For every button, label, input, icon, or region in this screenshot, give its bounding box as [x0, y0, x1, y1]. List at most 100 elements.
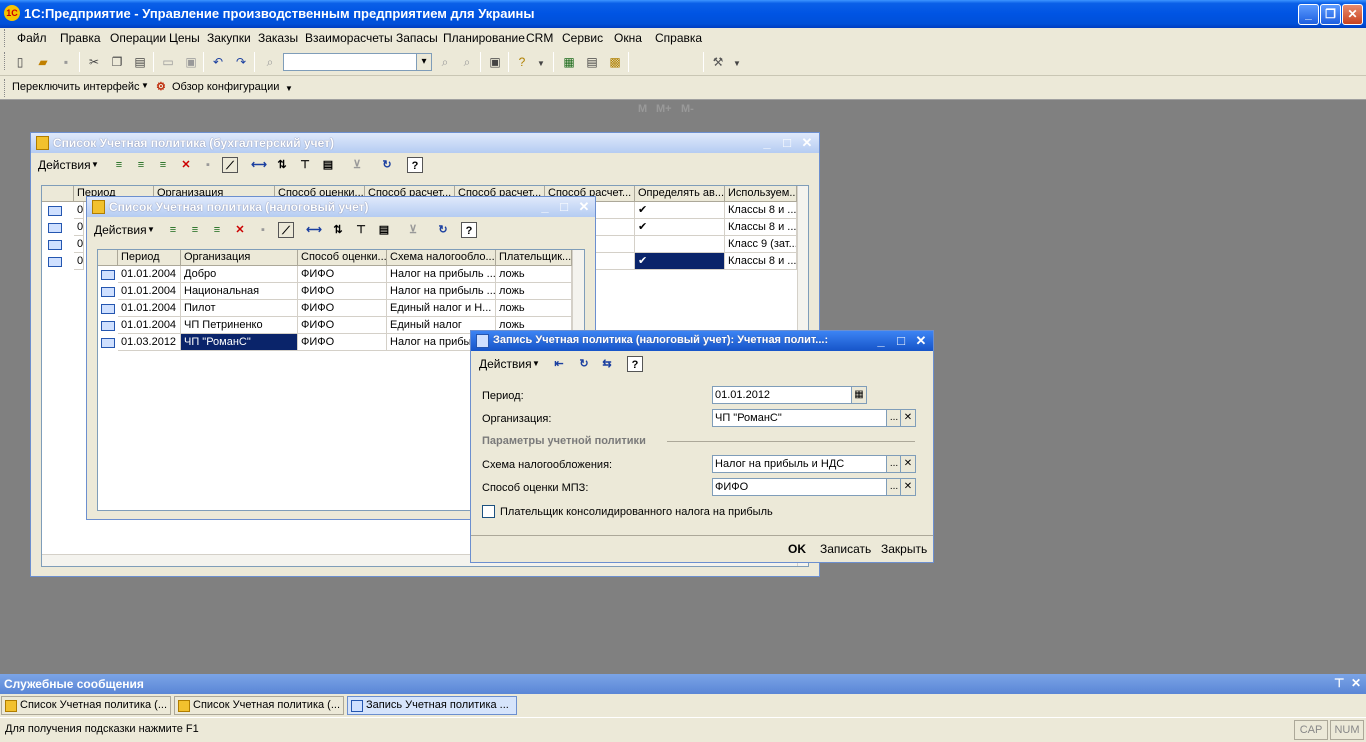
menu-file[interactable]: Файл	[17, 31, 47, 45]
find-prev-icon[interactable]: ⌕	[459, 54, 475, 70]
period-field[interactable]: 01.01.2012	[712, 386, 853, 404]
menu-windows[interactable]: Окна	[614, 31, 642, 45]
find-next-icon[interactable]: ⌕	[437, 54, 453, 70]
calendar-icon[interactable]: ▤	[584, 54, 600, 70]
search-input[interactable]	[283, 53, 417, 71]
find-icon[interactable]: ⌕	[262, 54, 278, 70]
swap-icon[interactable]: ⇆	[599, 356, 615, 372]
copy-row-icon[interactable]: ≡	[155, 157, 171, 173]
switch-interface-button[interactable]: Переключить интерфейс	[12, 81, 140, 93]
expand-icon[interactable]: ⟷	[251, 157, 267, 173]
menu-stock[interactable]: Запасы	[396, 31, 438, 45]
sort-icon[interactable]: ⇅	[330, 222, 346, 238]
refresh-icon[interactable]: ↻	[379, 157, 395, 173]
chevron-down-icon[interactable]: ▼	[532, 359, 540, 368]
refresh-icon[interactable]: ↻	[435, 222, 451, 238]
close-form-button[interactable]: Закрыть	[881, 542, 927, 556]
search-dropdown-icon[interactable]: ▾	[416, 53, 432, 71]
column-header[interactable]: Схема налогообло...	[387, 250, 496, 266]
minimize-button[interactable]: _	[873, 333, 889, 349]
filter-icon[interactable]: ⊤	[297, 157, 313, 173]
help-icon[interactable]: ?	[461, 222, 477, 238]
cut-icon[interactable]: ✂	[86, 54, 102, 70]
memory-button[interactable]: M	[638, 103, 647, 115]
minimize-button[interactable]: _	[1298, 4, 1319, 25]
print-icon[interactable]: ▭	[160, 54, 176, 70]
column-header[interactable]: Используем...	[725, 186, 797, 202]
memory-plus-button[interactable]: M+	[656, 103, 672, 115]
minimize-button[interactable]: _	[537, 199, 553, 215]
memory-minus-button[interactable]: M-	[681, 103, 694, 115]
maximize-button[interactable]: □	[779, 135, 795, 151]
menu-help[interactable]: Справка	[655, 31, 702, 45]
preview-icon[interactable]: ▣	[183, 54, 199, 70]
menu-service[interactable]: Сервис	[562, 31, 603, 45]
actions-menu[interactable]: Действия	[479, 357, 532, 371]
chevron-down-icon[interactable]: ▼	[91, 160, 99, 169]
open-icon[interactable]: ▰	[35, 54, 51, 70]
tools-icon[interactable]: ⚒	[710, 54, 726, 70]
clear-filter-icon[interactable]: ⊻	[349, 157, 365, 173]
clear-icon[interactable]: ✕	[900, 478, 916, 496]
clear-icon[interactable]: ✕	[900, 409, 916, 427]
delete-icon[interactable]: ✕	[232, 222, 248, 238]
menu-planning[interactable]: Планирование	[443, 31, 525, 45]
save-icon[interactable]: ▪	[58, 54, 74, 70]
edit-in-list-icon[interactable]: ⟋	[278, 222, 294, 238]
expand-icon[interactable]: ⟷	[306, 222, 322, 238]
actions-menu[interactable]: Действия	[38, 158, 91, 172]
column-header[interactable]: Период	[118, 250, 181, 266]
organization-field[interactable]: ЧП "РоманС"	[712, 409, 887, 427]
redo-icon[interactable]: ↷	[233, 54, 249, 70]
ok-button[interactable]: OK	[788, 542, 806, 556]
back-icon[interactable]: ⇤	[551, 356, 567, 372]
save-button[interactable]: Записать	[820, 542, 871, 556]
delete-icon[interactable]: ✕	[178, 157, 194, 173]
new-doc-icon[interactable]: ▯	[12, 54, 28, 70]
add-icon[interactable]: ≡	[111, 157, 127, 173]
minimize-button[interactable]: _	[759, 135, 775, 151]
help-icon[interactable]: ?	[407, 157, 423, 173]
menu-orders[interactable]: Заказы	[258, 31, 298, 45]
chevron-down-icon[interactable]: ▼	[285, 84, 293, 93]
chevron-down-icon[interactable]: ▼	[729, 56, 745, 72]
calculator-icon[interactable]: ▩	[607, 54, 623, 70]
restore-button[interactable]: ❐	[1320, 4, 1341, 25]
calendar-icon[interactable]: ▦	[851, 386, 867, 404]
add-group-icon[interactable]: ≡	[133, 157, 149, 173]
copy-row-icon[interactable]: ≡	[209, 222, 225, 238]
config-overview-button[interactable]: Обзор конфигурации	[172, 81, 279, 93]
column-header[interactable]: Плательщик...	[496, 250, 572, 266]
close-icon[interactable]: ✕	[1351, 676, 1361, 690]
window-tab[interactable]: Список Учетная политика (...	[174, 696, 344, 715]
clear-icon[interactable]: ✕	[900, 455, 916, 473]
close-button[interactable]: ✕	[913, 333, 929, 349]
add-icon[interactable]: ≡	[165, 222, 181, 238]
paste-icon[interactable]: ▤	[132, 54, 148, 70]
sort-icon[interactable]: ⇅	[274, 157, 290, 173]
valuation-method-field[interactable]: ФИФО	[712, 478, 887, 496]
menu-operations[interactable]: Операции	[110, 31, 166, 45]
menu-crm[interactable]: CRM	[526, 31, 553, 45]
close-button[interactable]: ✕	[799, 135, 815, 151]
chevron-down-icon[interactable]: ▼	[147, 225, 155, 234]
column-header[interactable]: Определять ав...	[635, 186, 725, 202]
actions-menu[interactable]: Действия	[94, 223, 147, 237]
window-tab[interactable]: Список Учетная политика (...	[1, 696, 171, 715]
maximize-button[interactable]: □	[893, 333, 909, 349]
maximize-button[interactable]: □	[556, 199, 572, 215]
column-header[interactable]: Организация	[181, 250, 298, 266]
post-icon[interactable]: ▪	[200, 157, 216, 173]
consolidated-tax-checkbox[interactable]	[482, 505, 495, 518]
copy-icon[interactable]: ❐	[109, 54, 125, 70]
help-context-icon[interactable]: ?	[514, 54, 530, 70]
chevron-down-icon[interactable]: ▼	[533, 56, 549, 72]
window-tab-active[interactable]: Запись Учетная политика ...	[347, 696, 517, 715]
menu-settlements[interactable]: Взаиморасчеты	[305, 31, 393, 45]
filter-icon[interactable]: ⊤	[353, 222, 369, 238]
pin-icon[interactable]: ⊤	[1334, 676, 1344, 690]
menu-purchases[interactable]: Закупки	[207, 31, 251, 45]
help-icon[interactable]: ?	[627, 356, 643, 372]
post-icon[interactable]: ▪	[255, 222, 271, 238]
clear-filter-icon[interactable]: ⊻	[405, 222, 421, 238]
